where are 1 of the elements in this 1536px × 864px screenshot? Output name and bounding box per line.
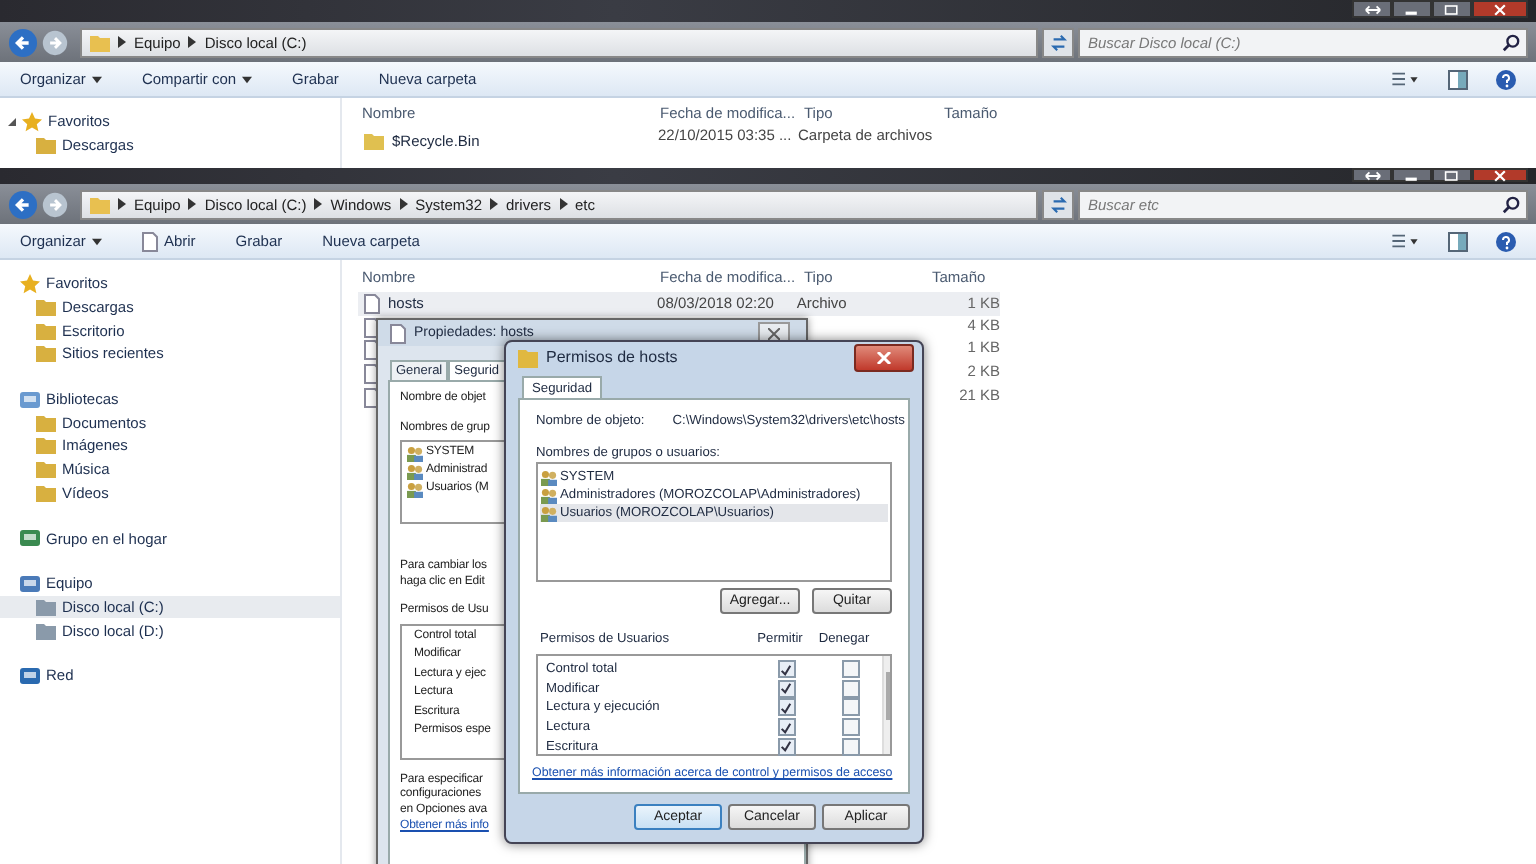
dialog-title: Permisos de hosts bbox=[546, 348, 678, 366]
